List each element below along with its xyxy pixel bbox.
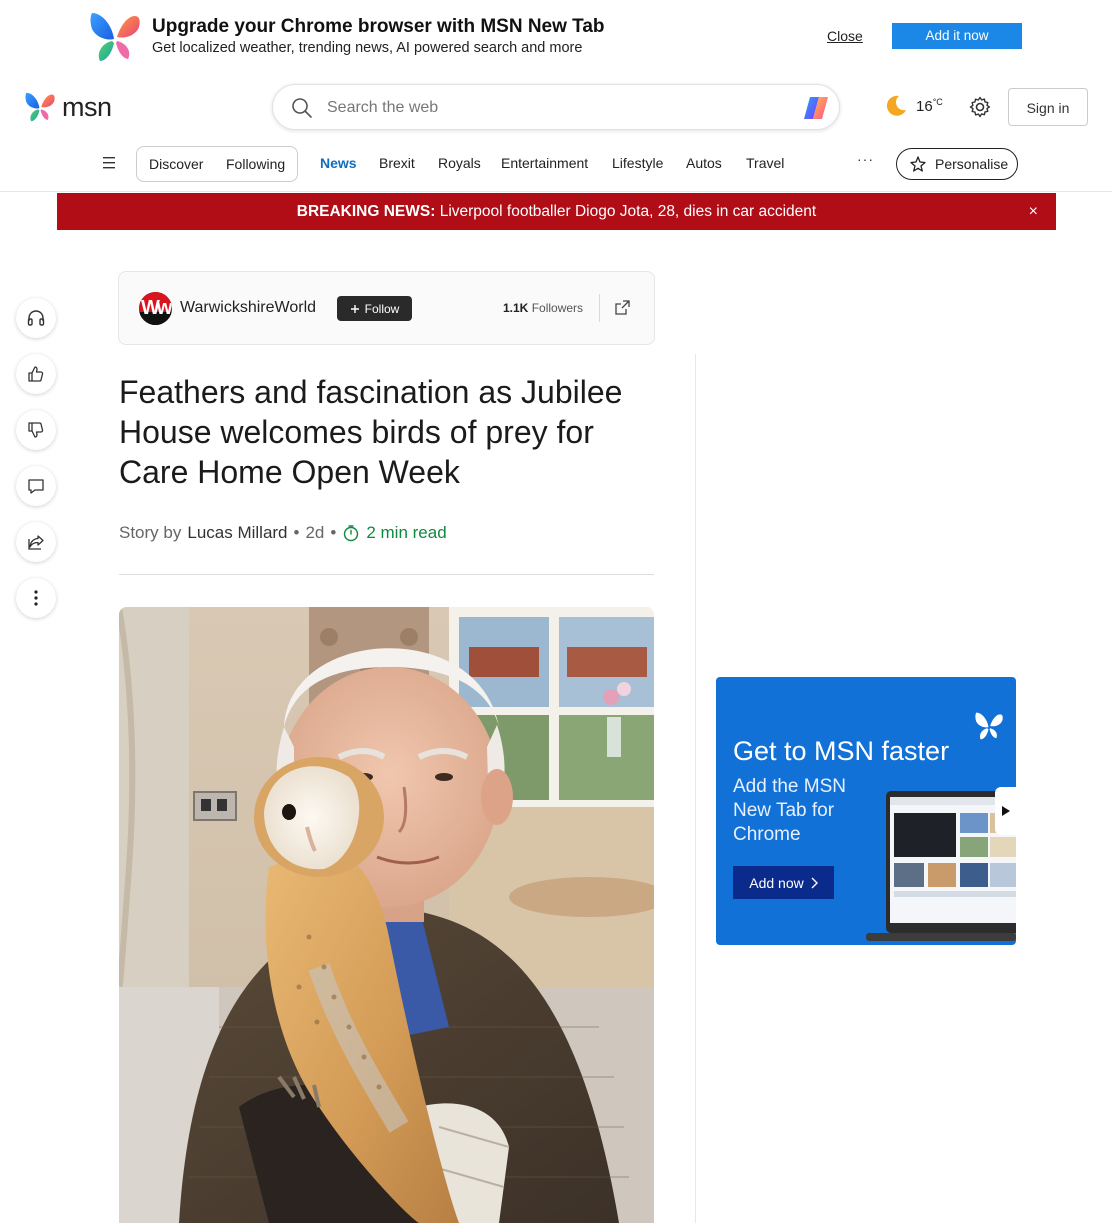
publisher-card: Ww WarwickshireWorld Follow 1.1K Followe…	[118, 271, 655, 345]
personalise-button[interactable]: Personalise	[896, 148, 1018, 180]
followers-count: 1.1K Followers	[503, 301, 584, 315]
column-divider	[695, 354, 696, 1223]
play-icon	[1001, 806, 1010, 816]
sign-in-button[interactable]: Sign in	[1008, 88, 1088, 126]
article-byline: Story by Lucas Millard • 2d • 2 min read	[119, 523, 447, 543]
story-by-label: Story by	[119, 523, 182, 542]
thumbs-down-icon	[28, 422, 44, 438]
menu-icon[interactable]	[102, 156, 118, 170]
article-age: 2d	[305, 523, 325, 542]
publisher-logo-letters: Ww	[141, 297, 172, 319]
promo-title: Upgrade your Chrome browser with MSN New…	[152, 16, 605, 37]
ad-title: Get to MSN faster	[733, 736, 950, 766]
close-icon[interactable]: ×	[1029, 193, 1038, 230]
nav-entertainment[interactable]: Entertainment	[501, 155, 588, 171]
nav-brexit[interactable]: Brexit	[379, 155, 415, 171]
publisher-separator	[599, 294, 600, 322]
moon-icon	[886, 95, 906, 116]
article-photo-image	[119, 607, 654, 1223]
msn-butterfly-icon	[975, 712, 1003, 740]
dislike-button[interactable]	[16, 410, 56, 450]
nav-travel[interactable]: Travel	[746, 155, 784, 171]
nav-autos[interactable]: Autos	[686, 155, 722, 171]
breaking-text: Liverpool footballer Diogo Jota, 28, die…	[439, 203, 817, 220]
read-time: 2 min read	[342, 523, 447, 543]
thumbs-up-icon	[28, 366, 44, 382]
feed-toggle: Discover Following	[136, 146, 298, 182]
nav-royals[interactable]: Royals	[438, 155, 481, 171]
promo-add-button[interactable]: Add it now	[892, 23, 1022, 49]
weather-widget[interactable]: 16°C	[882, 93, 943, 119]
comment-icon	[28, 479, 44, 494]
nav-following[interactable]: Following	[226, 156, 285, 172]
listen-button[interactable]	[16, 298, 56, 338]
nav-divider	[0, 191, 1112, 192]
temperature: 16°C	[916, 97, 943, 115]
promo-banner: Upgrade your Chrome browser with MSN New…	[0, 0, 1112, 74]
plus-icon	[350, 304, 359, 313]
more-options-button[interactable]	[16, 578, 56, 618]
nav-more-button[interactable]: ···	[857, 151, 874, 167]
search-icon	[292, 98, 312, 118]
laptop-illustration	[866, 791, 1016, 941]
search-input[interactable]	[327, 96, 787, 120]
like-button[interactable]	[16, 354, 56, 394]
gear-icon[interactable]	[968, 95, 992, 119]
follow-button[interactable]: Follow	[337, 296, 412, 321]
share-button[interactable]	[16, 522, 56, 562]
byline-dot: •	[330, 523, 337, 542]
ad-play-button[interactable]	[995, 787, 1016, 835]
external-link-icon[interactable]	[614, 299, 631, 316]
more-vertical-icon	[34, 590, 38, 606]
msn-ad[interactable]: Get to MSN faster Add the MSN New Tab fo…	[716, 677, 1016, 945]
ad-subtitle: Add the MSN New Tab for Chrome	[733, 776, 846, 845]
msn-logo[interactable]: msn	[24, 90, 112, 124]
copilot-icon[interactable]	[801, 93, 831, 123]
personalise-label: Personalise	[935, 156, 1009, 172]
ad-add-now-button[interactable]: Add now	[733, 866, 834, 899]
nav-news[interactable]: News	[320, 155, 357, 171]
msn-butterfly-icon	[90, 13, 140, 61]
promo-close-button[interactable]: Close	[827, 28, 863, 44]
article-headline: Feathers and fascination as Jubilee Hous…	[119, 374, 623, 490]
breaking-news-banner[interactable]: BREAKING NEWS: Liverpool footballer Diog…	[57, 193, 1056, 230]
publisher-name[interactable]: WarwickshireWorld	[180, 299, 316, 317]
nav-discover[interactable]: Discover	[149, 156, 203, 172]
msn-butterfly-icon	[25, 92, 55, 122]
promo-subtitle: Get localized weather, trending news, AI…	[152, 40, 583, 56]
comment-button[interactable]	[16, 466, 56, 506]
byline-divider	[119, 574, 654, 575]
follow-label: Follow	[364, 301, 400, 316]
article-photo[interactable]	[119, 607, 654, 1223]
share-icon	[28, 535, 44, 550]
breaking-prefix: BREAKING NEWS:	[296, 203, 436, 220]
search-bar[interactable]	[272, 84, 840, 130]
timer-icon	[344, 525, 359, 542]
headphones-icon	[27, 310, 45, 326]
nav-lifestyle[interactable]: Lifestyle	[612, 155, 663, 171]
chevron-right-icon	[811, 877, 818, 888]
publisher-logo[interactable]: Ww	[139, 292, 172, 325]
byline-dot: •	[293, 523, 300, 542]
msn-logo-text: msn	[62, 91, 112, 122]
sparkle-star-icon	[910, 156, 926, 172]
author-name[interactable]: Lucas Millard	[187, 523, 287, 543]
